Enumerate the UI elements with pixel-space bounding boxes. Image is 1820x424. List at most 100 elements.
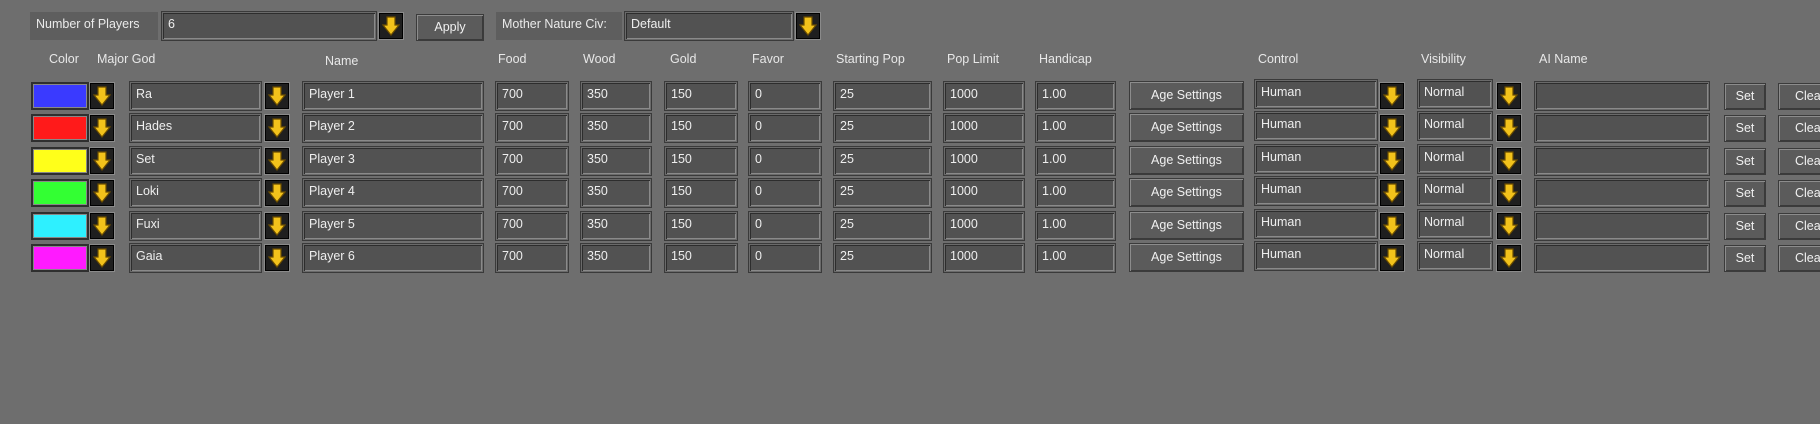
major-god-select[interactable]: Set xyxy=(130,147,261,175)
color-dropdown-icon[interactable] xyxy=(89,147,115,175)
handicap-input[interactable]: 1.00 xyxy=(1036,179,1115,207)
control-select[interactable]: Human xyxy=(1255,112,1377,140)
player-color-swatch[interactable] xyxy=(31,114,89,142)
clear-ai-button[interactable]: Clear xyxy=(1778,115,1820,142)
favor-input[interactable]: 0 xyxy=(749,147,821,175)
major-god-select[interactable]: Ra xyxy=(130,82,261,110)
color-dropdown-icon[interactable] xyxy=(89,244,115,272)
clear-ai-button[interactable]: Clear xyxy=(1778,245,1820,272)
age-settings-button[interactable]: Age Settings xyxy=(1129,243,1244,272)
pop-limit-input[interactable]: 1000 xyxy=(944,244,1024,272)
favor-input[interactable]: 0 xyxy=(749,212,821,240)
starting-pop-input[interactable]: 25 xyxy=(834,244,931,272)
control-select[interactable]: Human xyxy=(1255,210,1377,238)
food-input[interactable]: 700 xyxy=(496,147,568,175)
age-settings-button[interactable]: Age Settings xyxy=(1129,211,1244,240)
color-dropdown-icon[interactable] xyxy=(89,82,115,110)
food-input[interactable]: 700 xyxy=(496,82,568,110)
set-ai-button[interactable]: Set xyxy=(1724,83,1766,110)
ai-name-input[interactable] xyxy=(1535,147,1709,175)
food-input[interactable]: 700 xyxy=(496,114,568,142)
major-god-select[interactable]: Loki xyxy=(130,179,261,207)
gold-input[interactable]: 150 xyxy=(665,82,737,110)
pop-limit-input[interactable]: 1000 xyxy=(944,82,1024,110)
age-settings-button[interactable]: Age Settings xyxy=(1129,113,1244,142)
visibility-select[interactable]: Normal xyxy=(1418,242,1492,270)
set-ai-button[interactable]: Set xyxy=(1724,245,1766,272)
set-ai-button[interactable]: Set xyxy=(1724,115,1766,142)
player-name-input[interactable]: Player 6 xyxy=(303,244,483,272)
mother-nature-civ-select[interactable]: Default xyxy=(625,12,793,40)
visibility-dropdown-icon[interactable] xyxy=(1496,179,1522,207)
visibility-select[interactable]: Normal xyxy=(1418,177,1492,205)
gold-input[interactable]: 150 xyxy=(665,114,737,142)
control-dropdown-icon[interactable] xyxy=(1379,244,1405,272)
visibility-dropdown-icon[interactable] xyxy=(1496,212,1522,240)
wood-input[interactable]: 350 xyxy=(581,179,651,207)
ai-name-input[interactable] xyxy=(1535,179,1709,207)
age-settings-button[interactable]: Age Settings xyxy=(1129,81,1244,110)
ai-name-input[interactable] xyxy=(1535,212,1709,240)
favor-input[interactable]: 0 xyxy=(749,114,821,142)
major-god-dropdown-icon[interactable] xyxy=(264,147,290,175)
player-name-input[interactable]: Player 3 xyxy=(303,147,483,175)
ai-name-input[interactable] xyxy=(1535,244,1709,272)
clear-ai-button[interactable]: Clear xyxy=(1778,180,1820,207)
handicap-input[interactable]: 1.00 xyxy=(1036,147,1115,175)
visibility-dropdown-icon[interactable] xyxy=(1496,147,1522,175)
wood-input[interactable]: 350 xyxy=(581,147,651,175)
handicap-input[interactable]: 1.00 xyxy=(1036,212,1115,240)
visibility-dropdown-icon[interactable] xyxy=(1496,82,1522,110)
visibility-dropdown-icon[interactable] xyxy=(1496,244,1522,272)
major-god-dropdown-icon[interactable] xyxy=(264,179,290,207)
food-input[interactable]: 700 xyxy=(496,179,568,207)
major-god-dropdown-icon[interactable] xyxy=(264,114,290,142)
control-select[interactable]: Human xyxy=(1255,80,1377,108)
favor-input[interactable]: 0 xyxy=(749,82,821,110)
ai-name-input[interactable] xyxy=(1535,114,1709,142)
gold-input[interactable]: 150 xyxy=(665,212,737,240)
mother-nature-dropdown-icon[interactable] xyxy=(795,12,821,40)
player-color-swatch[interactable] xyxy=(31,82,89,110)
color-dropdown-icon[interactable] xyxy=(89,179,115,207)
player-name-input[interactable]: Player 2 xyxy=(303,114,483,142)
player-name-input[interactable]: Player 5 xyxy=(303,212,483,240)
control-dropdown-icon[interactable] xyxy=(1379,114,1405,142)
clear-ai-button[interactable]: Clear xyxy=(1778,148,1820,175)
wood-input[interactable]: 350 xyxy=(581,114,651,142)
control-dropdown-icon[interactable] xyxy=(1379,82,1405,110)
handicap-input[interactable]: 1.00 xyxy=(1036,82,1115,110)
favor-input[interactable]: 0 xyxy=(749,179,821,207)
control-select[interactable]: Human xyxy=(1255,177,1377,205)
gold-input[interactable]: 150 xyxy=(665,244,737,272)
ai-name-input[interactable] xyxy=(1535,82,1709,110)
major-god-select[interactable]: Gaia xyxy=(130,244,261,272)
major-god-select[interactable]: Fuxi xyxy=(130,212,261,240)
wood-input[interactable]: 350 xyxy=(581,212,651,240)
age-settings-button[interactable]: Age Settings xyxy=(1129,178,1244,207)
pop-limit-input[interactable]: 1000 xyxy=(944,147,1024,175)
apply-button[interactable]: Apply xyxy=(416,14,484,41)
pop-limit-input[interactable]: 1000 xyxy=(944,114,1024,142)
num-players-input[interactable]: 6 xyxy=(162,12,376,40)
age-settings-button[interactable]: Age Settings xyxy=(1129,146,1244,175)
starting-pop-input[interactable]: 25 xyxy=(834,147,931,175)
player-name-input[interactable]: Player 1 xyxy=(303,82,483,110)
color-dropdown-icon[interactable] xyxy=(89,212,115,240)
clear-ai-button[interactable]: Clear xyxy=(1778,213,1820,240)
pop-limit-input[interactable]: 1000 xyxy=(944,179,1024,207)
starting-pop-input[interactable]: 25 xyxy=(834,212,931,240)
set-ai-button[interactable]: Set xyxy=(1724,180,1766,207)
major-god-dropdown-icon[interactable] xyxy=(264,244,290,272)
visibility-select[interactable]: Normal xyxy=(1418,80,1492,108)
num-players-dropdown-icon[interactable] xyxy=(378,12,404,40)
pop-limit-input[interactable]: 1000 xyxy=(944,212,1024,240)
handicap-input[interactable]: 1.00 xyxy=(1036,114,1115,142)
player-color-swatch[interactable] xyxy=(31,244,89,272)
clear-ai-button[interactable]: Clear xyxy=(1778,83,1820,110)
player-color-swatch[interactable] xyxy=(31,179,89,207)
gold-input[interactable]: 150 xyxy=(665,179,737,207)
player-color-swatch[interactable] xyxy=(31,212,89,240)
visibility-select[interactable]: Normal xyxy=(1418,210,1492,238)
gold-input[interactable]: 150 xyxy=(665,147,737,175)
